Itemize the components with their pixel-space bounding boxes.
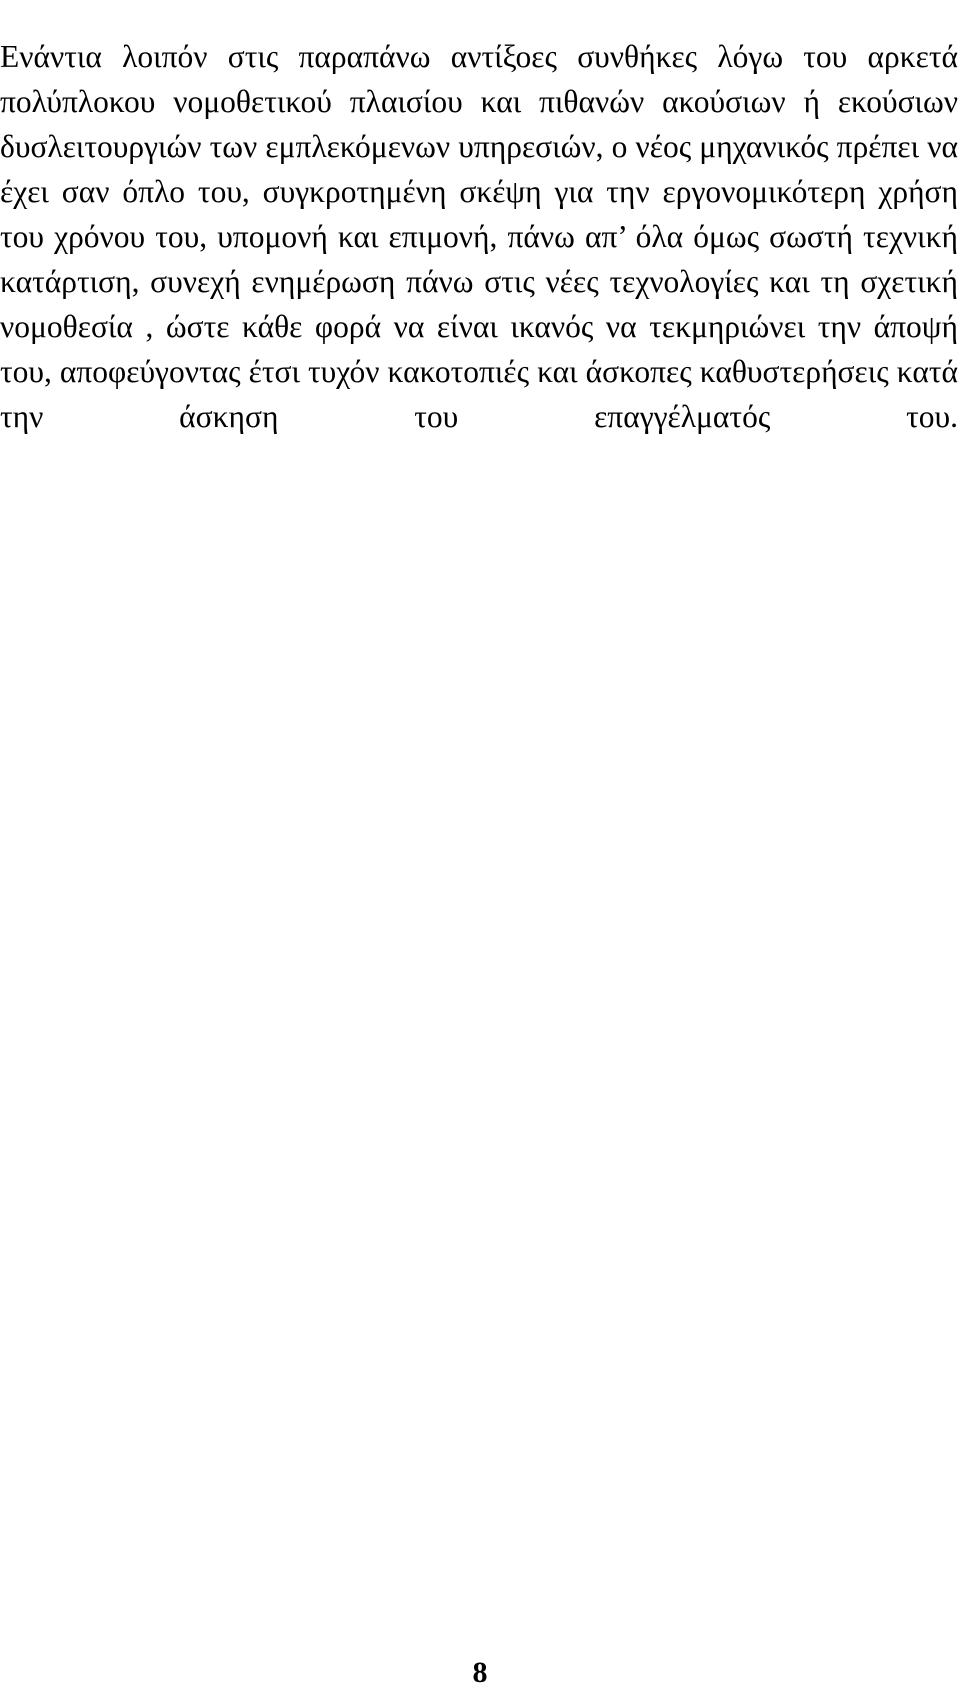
body-paragraph: Ενάντια λοιπόν στις παραπάνω αντίξοες συ… — [0, 38, 958, 434]
document-page: Ενάντια λοιπόν στις παραπάνω αντίξοες συ… — [0, 0, 960, 1698]
page-number: 8 — [472, 1656, 488, 1689]
